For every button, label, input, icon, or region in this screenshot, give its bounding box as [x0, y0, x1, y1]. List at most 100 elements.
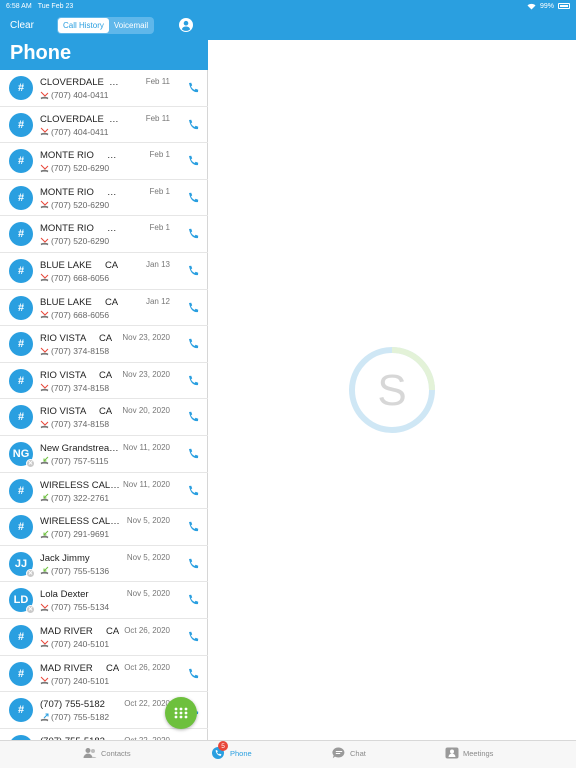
call-back-phone-icon[interactable] [187, 265, 199, 277]
tab-voicemail[interactable]: Voicemail [109, 18, 153, 33]
call-history-row[interactable]: # RIO VISTA CA Nov 23, 2020 (707) 374-8158 [0, 363, 208, 400]
caller-number: (707) 520-6290 [51, 236, 110, 247]
call-history-row[interactable]: # MONTE RIO CA Feb 1 (707) 520-6290 [0, 143, 208, 180]
call-date: Nov 11, 2020 [123, 479, 170, 489]
call-back-phone-icon[interactable] [187, 228, 199, 240]
avatar[interactable]: JJ ✕ [9, 551, 35, 578]
tab-meetings-label: Meetings [463, 748, 494, 758]
call-history-row[interactable]: JJ ✕ Jack Jimmy Nov 5, 2020 (707) 755-5136 [0, 546, 208, 583]
caller-name: New Grandstream... [40, 442, 120, 454]
dialpad-icon [174, 707, 188, 719]
avatar[interactable]: # [9, 76, 33, 100]
avatar[interactable]: LD ✕ [9, 588, 35, 615]
call-back-phone-icon[interactable] [187, 338, 199, 350]
avatar[interactable]: # [9, 112, 33, 137]
avatar[interactable]: # [9, 698, 33, 723]
caller-number-line: (707) 520-6290 [40, 236, 109, 246]
call-date: Feb 11 [145, 77, 170, 86]
call-history-row[interactable]: #(707) 755-5182Oct 22, 2020(707) 755-518… [0, 729, 208, 740]
logo-watermark-icon: S [349, 347, 435, 433]
call-history-row[interactable]: # MAD RIVER CA Oct 26, 2020 (707) 240-5101 [0, 656, 208, 693]
caller-number: (707) 520-6290 [51, 163, 110, 174]
call-back-phone-icon[interactable] [187, 411, 199, 423]
call-history-row[interactable]: # BLUE LAKE CA Jan 13 (707) 668-6056 [0, 253, 208, 290]
call-history-row[interactable]: # RIO VISTA CA Nov 20, 2020 (707) 374-8158 [0, 399, 208, 436]
caller-number-line: (707) 291-9691 [40, 529, 109, 539]
avatar[interactable]: # [9, 185, 33, 210]
status-bar: 6:58 AM Tue Feb 23 99% [0, 0, 576, 12]
call-back-phone-icon[interactable] [187, 155, 199, 167]
call-back-phone-icon[interactable] [187, 119, 199, 131]
avatar[interactable]: # [9, 295, 33, 320]
call-history-row[interactable]: # CLOVERDALE CA Feb 11 (707) 404-0411 [0, 70, 208, 107]
call-history-row[interactable]: # WIRELESS CALLER Nov 5, 2020 (707) 291-969… [0, 509, 208, 546]
avatar-initials: # [17, 118, 25, 131]
avatar[interactable]: # [9, 515, 33, 540]
call-back-phone-icon[interactable] [187, 668, 199, 680]
missed-call-icon [40, 127, 49, 136]
call-date: Feb 1 [149, 223, 170, 233]
avatar[interactable]: NG ✕ [9, 441, 35, 468]
call-history-row[interactable]: NG ✕ New Grandstream... Nov 11, 2020 (707) 7… [0, 436, 208, 473]
tab-contacts[interactable]: Contacts [83, 747, 131, 759]
call-history-row[interactable]: # BLUE LAKE CA Jan 12 (707) 668-6056 [0, 290, 208, 327]
caller-name: CLOVERDALE CA [40, 113, 120, 125]
call-history-row[interactable]: # WIRELESS CALL... Nov 11, 2020 (707) 322-2… [0, 473, 208, 510]
call-history-row[interactable]: LD ✕ Lola Dexter Nov 5, 2020 (707) 755-5134 [0, 582, 208, 619]
caller-number-line: (707) 322-2761 [40, 493, 109, 503]
call-back-phone-icon[interactable] [187, 192, 199, 204]
caller-number-line: (707) 520-6290 [40, 163, 109, 173]
avatar[interactable]: # [9, 624, 33, 649]
caller-number: (707) 755-5182 [51, 712, 110, 723]
call-history-row[interactable]: # MAD RIVER CA Oct 26, 2020 (707) 240-5101 [0, 619, 208, 656]
call-date: Nov 23, 2020 [122, 369, 170, 379]
caller-name: WIRELESS CALLER [40, 516, 120, 528]
call-history-row[interactable]: # MONTE RIO CA Feb 1 (707) 520-6290 [0, 216, 208, 253]
avatar[interactable]: # [9, 258, 33, 283]
call-back-phone-icon[interactable] [187, 594, 199, 606]
avatar[interactable]: # [9, 405, 33, 430]
tab-call-history[interactable]: Call History [58, 18, 109, 33]
tab-phone[interactable]: 5 Phone [212, 741, 252, 759]
tab-meetings[interactable]: Meetings [445, 747, 493, 759]
call-back-phone-icon[interactable] [187, 558, 199, 570]
tab-chat-label: Chat [350, 748, 366, 758]
phone-tab-badge: 5 [218, 741, 228, 751]
account-icon[interactable] [179, 18, 193, 32]
avatar[interactable]: # [9, 222, 33, 247]
page-title: Phone [10, 42, 72, 64]
wifi-icon [527, 3, 536, 9]
avatar[interactable]: # [9, 368, 33, 393]
caller-number: (707) 374-8158 [51, 382, 110, 393]
contacts-icon [83, 748, 97, 758]
call-back-phone-icon[interactable] [187, 448, 199, 460]
caller-number: (707) 755-5136 [51, 565, 110, 576]
history-segmented-control: Call History Voicemail [57, 17, 155, 34]
call-back-phone-icon[interactable] [187, 631, 199, 643]
call-history-row[interactable]: # MONTE RIO CA Feb 1 (707) 520-6290 [0, 180, 208, 217]
dialpad-button[interactable] [165, 697, 197, 729]
avatar-initials: # [17, 667, 25, 680]
call-back-phone-icon[interactable] [187, 302, 199, 314]
tab-chat[interactable]: Chat [332, 747, 366, 759]
call-back-phone-icon[interactable] [187, 82, 199, 94]
avatar-initials: # [17, 411, 25, 424]
clear-button[interactable]: Clear [10, 20, 34, 31]
status-time: 6:58 AM [6, 2, 32, 10]
logo-watermark-letter: S [377, 366, 406, 415]
call-date: Nov 23, 2020 [122, 333, 170, 343]
call-back-phone-icon[interactable] [187, 375, 199, 387]
avatar-initials: NG [12, 447, 30, 460]
call-date: Feb 11 [145, 113, 170, 123]
avatar[interactable]: # [9, 478, 33, 503]
avatar[interactable]: # [9, 149, 33, 174]
call-history-row[interactable]: # RIO VISTA CA Nov 23, 2020 (707) 374-8158 [0, 326, 208, 363]
call-date: Feb 1 [149, 150, 170, 160]
call-back-phone-icon[interactable] [187, 521, 199, 533]
avatar-initials: JJ [14, 557, 28, 570]
avatar[interactable]: # [9, 661, 33, 686]
avatar[interactable]: # [9, 332, 33, 357]
avatar-initials: # [17, 264, 25, 277]
call-history-row[interactable]: # CLOVERDALE CA Feb 11 (707) 404-0411 [0, 107, 208, 144]
call-back-phone-icon[interactable] [187, 485, 199, 497]
